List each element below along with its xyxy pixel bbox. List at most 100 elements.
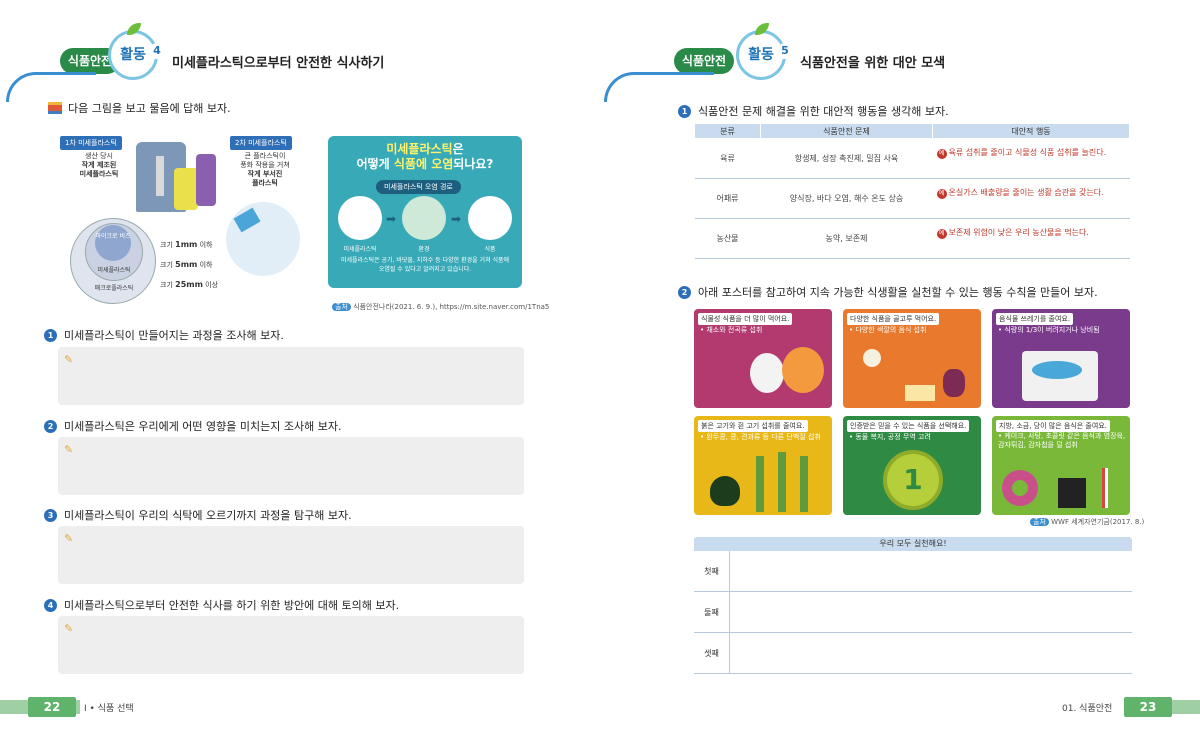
books-icon xyxy=(48,102,62,114)
decorative-arc xyxy=(6,72,96,102)
stage-environment xyxy=(402,196,446,240)
plastic-figure: 1차 미세플라스틱 생산 당시 작게 제조된 미세플라스틱 2차 미세플라스틱 … xyxy=(40,132,320,312)
activity-word: 활동 xyxy=(748,47,774,63)
question-4: 4 미세플라스틱으로부터 안전한 식사를 하기 위한 방안에 대해 토의해 보자. xyxy=(44,597,399,613)
table-row: 어패류 양식장, 바다 오염, 해수 온도 상승 예 온실가스 배출량을 줄이는 … xyxy=(694,178,1130,219)
fish-bone-icon xyxy=(1032,361,1082,379)
size-5mm: 크기 5mm 이하 xyxy=(160,260,213,269)
figure-source: 출처 식품안전나라(2021. 6. 9.), https://m.site.n… xyxy=(332,302,549,312)
poster-less-meat: 붉은 고기와 흰 고기 섭취를 줄여요. • 완두콩, 콩, 견과류 등 다른 단… xyxy=(694,416,832,515)
practice-row[interactable]: 둘째 xyxy=(694,592,1132,633)
size-1mm: 크기 1mm 이하 xyxy=(160,240,213,249)
right-page: 식품안전 활동 5 식품안전을 위한 대안 모색 1 식품안전 문제 해결을 위한… xyxy=(600,0,1200,740)
donut-icon xyxy=(1002,470,1038,506)
page-title: 미세플라스틱으로부터 안전한 식사하기 xyxy=(172,56,385,71)
practice-table: 우리 모두 실천해요! 첫째 둘째 셋째 xyxy=(694,537,1132,675)
infobox-title: 미세플라스틱은 어떻게 식품에 오염되나요? xyxy=(356,142,494,171)
question-2: 2 미세플라스틱은 우리에게 어떤 영향을 미치는지 조사해 보자. xyxy=(44,418,341,434)
wheat-icon xyxy=(756,456,764,512)
question-1: 1 미세플라스틱이 만들어지는 과정을 조사해 보자. xyxy=(44,327,284,343)
tie-icon xyxy=(156,156,164,196)
question-3: 3 미세플라스틱이 우리의 식탁에 오르기까지 과정을 탐구해 보자. xyxy=(44,507,352,523)
beet-icon xyxy=(750,353,784,393)
activity-number: 5 xyxy=(777,43,793,59)
arrow-icon: ➡ xyxy=(386,212,397,226)
poster-varied-food: 다양한 식품을 골고루 먹어요. • 다양한 색깔의 음식 섭취 xyxy=(843,309,981,408)
stage-label: 환경 xyxy=(418,246,430,253)
page-number: 23 xyxy=(1124,697,1172,717)
stage-label: 식품 xyxy=(484,246,496,253)
answer-box-1[interactable]: ✎ xyxy=(58,347,524,405)
pencil-icon: ✎ xyxy=(64,443,74,456)
poster-plant-food: 식물성 식품을 더 많이 먹어요. • 채소와 전곡류 섭취 xyxy=(694,309,832,408)
candy-cane-icon xyxy=(1102,468,1108,508)
example-icon: 예 xyxy=(936,229,947,239)
circle-label-micro-beads: 마이크로 비즈 xyxy=(95,233,131,240)
circle-label-microplastic: 미세플라스틱 xyxy=(97,267,131,274)
arrow-icon: ➡ xyxy=(451,212,462,226)
instruction-text: 다음 그림을 보고 물음에 답해 보자. xyxy=(68,102,231,115)
activity-badge: 활동 4 xyxy=(108,23,165,80)
table-header: 분류 xyxy=(694,123,761,139)
poster-food-waste: 음식물 쓰레기를 줄여요. • 식량의 1/3이 버려지거나 낭비됨 xyxy=(992,309,1130,408)
spray-bottle-icon xyxy=(174,168,198,210)
primary-plastic-label: 1차 미세플라스틱 xyxy=(60,136,122,150)
fries-icon xyxy=(1058,478,1086,508)
leaf-icon xyxy=(755,23,769,35)
table-header: 식품안전 문제 xyxy=(760,123,933,139)
primary-plastic-desc: 생산 당시 작게 제조된 미세플라스틱 xyxy=(79,152,119,178)
size-circles: 마이크로 비즈 미세플라스틱 매크로플라스틱 xyxy=(70,218,156,304)
pencil-icon: ✎ xyxy=(64,353,74,366)
stage-microplastic xyxy=(338,196,382,240)
tube-icon xyxy=(196,154,216,206)
activity-word: 활동 xyxy=(120,47,146,63)
alternatives-table: 분류 식품안전 문제 대안적 행동 육류 항생제, 성장 촉진제, 밀집 사육 … xyxy=(694,123,1130,259)
section-pill: 식품안전 xyxy=(674,48,734,74)
instruction: 다음 그림을 보고 물음에 답해 보자. xyxy=(48,100,231,116)
secondary-plastic-desc: 큰 플라스틱이 풍화 작용을 거쳐 작게 부서진 플라스틱 xyxy=(240,152,290,187)
poster-source: 출처 WWF 세계자연기금(2017. 8.) xyxy=(1030,517,1144,527)
grapes-icon xyxy=(943,369,965,397)
infobox: 미세플라스틱은 어떻게 식품에 오염되나요? 미세플라스틱 오염 경로 ➡ ➡ … xyxy=(328,136,522,288)
infobox-desc: 미세플라스틱은 공기, 바닷물, 지하수 등 다양한 환경을 거쳐 식품에 오염… xyxy=(340,257,510,273)
poster-less-fat-salt-sugar: 지방, 소금, 당이 많은 음식은 줄여요. • 케이크, 사탕, 초콜릿 같은… xyxy=(992,416,1130,515)
carrot-icon xyxy=(782,347,824,393)
question-2: 2 아래 포스터를 참고하여 지속 가능한 식생활을 실천할 수 있는 행동 수칙… xyxy=(678,284,1098,300)
example-icon: 예 xyxy=(936,189,947,199)
route-label: 미세플라스틱 오염 경로 xyxy=(376,180,461,194)
medal-icon: 1 xyxy=(883,450,943,510)
question-1: 1 식품안전 문제 해결을 위한 대안적 행동을 생각해 보자. xyxy=(678,103,949,119)
pencil-icon: ✎ xyxy=(64,622,74,635)
practice-header: 우리 모두 실천해요! xyxy=(694,537,1132,551)
footer-chapter: 01. 식품안전 xyxy=(1062,704,1113,714)
activity-number: 4 xyxy=(149,43,165,59)
answer-box-4[interactable]: ✎ xyxy=(58,616,524,674)
cheese-icon xyxy=(905,385,935,401)
answer-box-3[interactable]: ✎ xyxy=(58,526,524,584)
pencil-icon: ✎ xyxy=(64,532,74,545)
practice-row[interactable]: 셋째 xyxy=(694,633,1132,674)
stage-label: 미세플라스틱 xyxy=(343,246,377,253)
wheat-icon xyxy=(778,452,786,512)
activity-badge: 활동 5 xyxy=(736,23,793,80)
fragments-circle xyxy=(226,202,300,276)
apple-icon xyxy=(863,349,881,367)
decorative-arc xyxy=(604,72,714,102)
circle-label-macroplastic: 매크로플라스틱 xyxy=(94,285,134,292)
table-header: 대안적 행동 xyxy=(932,123,1130,139)
chicken-icon xyxy=(710,476,740,506)
footer-chapter: Ⅰ • 식품 선택 xyxy=(84,704,134,714)
table-row: 육류 항생제, 성장 촉진제, 밀집 사육 예 육류 섭취를 줄이고 식물성 식품… xyxy=(694,138,1130,179)
page-number: 22 xyxy=(28,697,76,717)
page-title: 식품안전을 위한 대안 모색 xyxy=(800,56,946,71)
poster-certified-food: 인증받은 믿을 수 있는 식품을 선택해요. • 동물 복지, 공정 무역 고려 … xyxy=(843,416,981,515)
example-icon: 예 xyxy=(936,149,947,159)
stage-food xyxy=(468,196,512,240)
leaf-icon xyxy=(127,23,141,35)
answer-box-2[interactable]: ✎ xyxy=(58,437,524,495)
size-25mm: 크기 25mm 이상 xyxy=(160,280,219,289)
practice-row[interactable]: 첫째 xyxy=(694,551,1132,592)
secondary-plastic-label: 2차 미세플라스틱 xyxy=(230,136,292,150)
wheat-icon xyxy=(800,456,808,512)
left-page: 식품안전 활동 4 미세플라스틱으로부터 안전한 식사하기 다음 그림을 보고 … xyxy=(0,0,600,740)
